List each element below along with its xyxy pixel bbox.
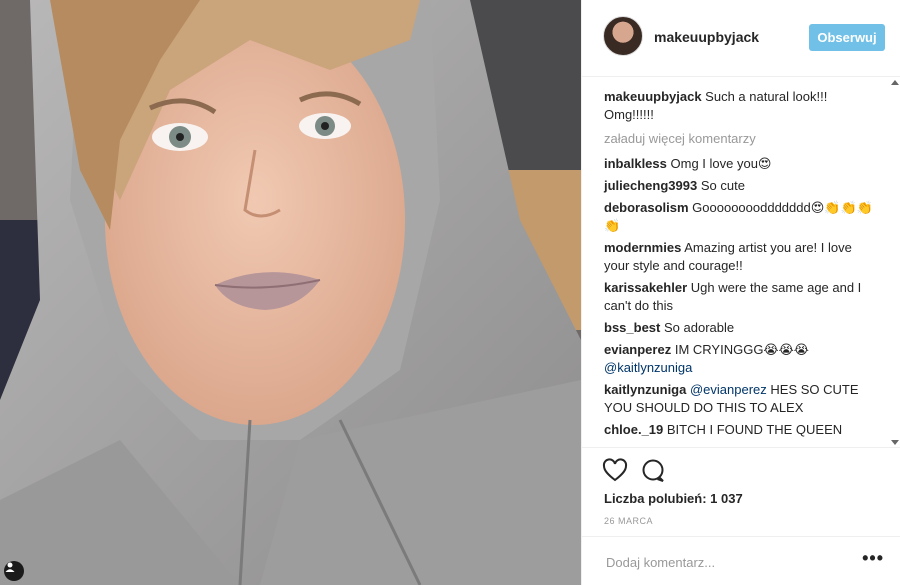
likes-count[interactable]: Liczba polubień: 1 037 — [604, 491, 743, 506]
more-options-button[interactable]: ••• — [862, 549, 884, 567]
comments-content: makeuupbyjack Such a natural look!!! Omg… — [604, 88, 874, 443]
comment-username[interactable]: evianperez — [604, 342, 671, 357]
comment-item: bss_best So adorable — [604, 319, 874, 337]
comment-username[interactable]: deborasolism — [604, 200, 689, 215]
comment-text: IM CRYINGGG😭😭😭 — [674, 342, 809, 357]
comments-list[interactable]: makeuupbyjack Such a natural look!!! Omg… — [582, 78, 900, 447]
comment-username[interactable]: juliecheng3993 — [604, 178, 697, 193]
comment-text: Omg I love you😍 — [670, 156, 772, 171]
comment-item: chloe._19 BITCH I FOUND THE QUEEN — [604, 421, 874, 439]
add-comment-input[interactable] — [604, 551, 848, 573]
post-side-panel: makeuupbyjack Obserwuj makeuupbyjack Suc… — [581, 0, 900, 585]
follow-button[interactable]: Obserwuj — [809, 24, 885, 51]
comment-item: kaitlynzuniga @evianperez HES SO CUTE YO… — [604, 381, 874, 417]
comment-username[interactable]: karissakehler — [604, 280, 687, 295]
comment-text: So cute — [700, 178, 745, 193]
comment-text: So adorable — [664, 320, 735, 335]
mention-link[interactable]: @evianperez — [690, 382, 767, 397]
caption: makeuupbyjack Such a natural look!!! Omg… — [604, 88, 874, 124]
scroll-down-arrow-icon[interactable] — [891, 440, 899, 445]
speech-bubble-icon[interactable] — [640, 458, 666, 484]
comments-scrollbar[interactable] — [891, 78, 899, 447]
avatar[interactable] — [603, 16, 643, 56]
comment-item: karissakehler Ugh were the same age and … — [604, 279, 874, 315]
comment-username[interactable]: inbalkless — [604, 156, 667, 171]
instagram-post: makeuupbyjack Obserwuj makeuupbyjack Suc… — [0, 0, 900, 585]
username-link[interactable]: makeuupbyjack — [654, 29, 759, 45]
comment-item: deborasolism Gooooooooddddddd😍👏👏👏👏 — [604, 199, 874, 235]
load-more-comments-link[interactable]: załaduj więcej komentarzy — [604, 130, 874, 148]
post-photo[interactable] — [0, 0, 581, 585]
comment-username[interactable]: kaitlynzuniga — [604, 382, 686, 397]
comment-username[interactable]: bss_best — [604, 320, 660, 335]
comment-item: evianperez IM CRYINGGG😭😭😭 @kaitlynzuniga — [604, 341, 874, 377]
comment-item: modernmies Amazing artist you are! I lov… — [604, 239, 874, 275]
add-comment-section: ••• — [582, 536, 900, 586]
comment-item: inbalkless Omg I love you😍 — [604, 155, 874, 173]
comment-item: juliecheng3993 So cute — [604, 177, 874, 195]
post-actions: Liczba polubień: 1 037 26 MARCA ••• — [582, 447, 900, 585]
caption-username[interactable]: makeuupbyjack — [604, 89, 702, 104]
comment-username[interactable]: chloe._19 — [604, 422, 663, 437]
scroll-up-arrow-icon[interactable] — [891, 80, 899, 85]
mention-link[interactable]: @kaitlynzuniga — [604, 360, 692, 375]
comment-text: BITCH I FOUND THE QUEEN — [666, 422, 843, 437]
selfie-image — [0, 0, 581, 585]
post-date: 26 MARCA — [604, 516, 654, 526]
comment-username[interactable]: modernmies — [604, 240, 681, 255]
person-icon[interactable] — [4, 561, 24, 581]
heart-icon[interactable] — [602, 458, 628, 484]
post-header: makeuupbyjack Obserwuj — [582, 0, 900, 77]
